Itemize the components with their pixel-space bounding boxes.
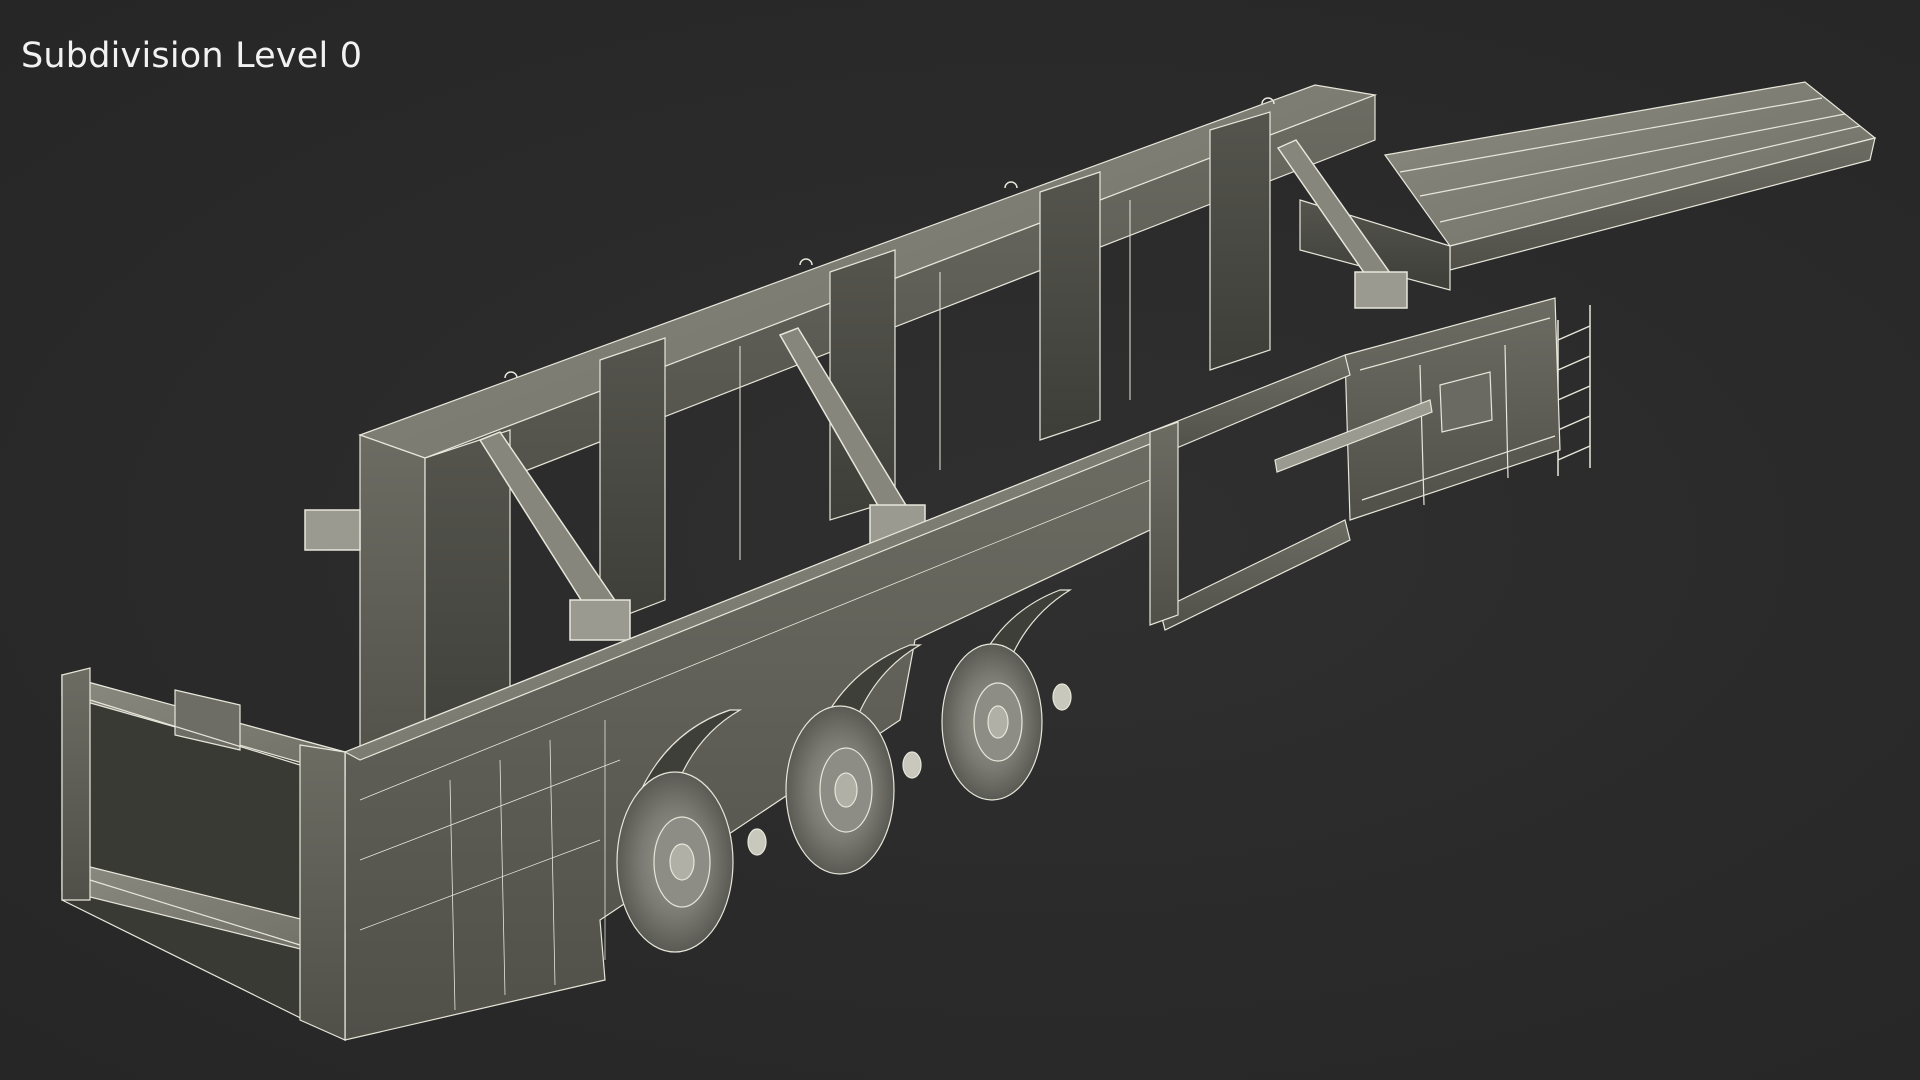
trailer-wireframe-render — [61, 81, 1877, 1041]
front-side-box — [1344, 297, 1561, 521]
ladder — [1557, 305, 1591, 476]
wheel-rear — [616, 771, 734, 953]
wheel-front — [941, 643, 1043, 801]
3d-viewport[interactable]: Subdivision Level 0 — [0, 0, 1920, 1080]
rear-frame — [61, 667, 346, 1041]
wheel-middle — [785, 705, 895, 875]
